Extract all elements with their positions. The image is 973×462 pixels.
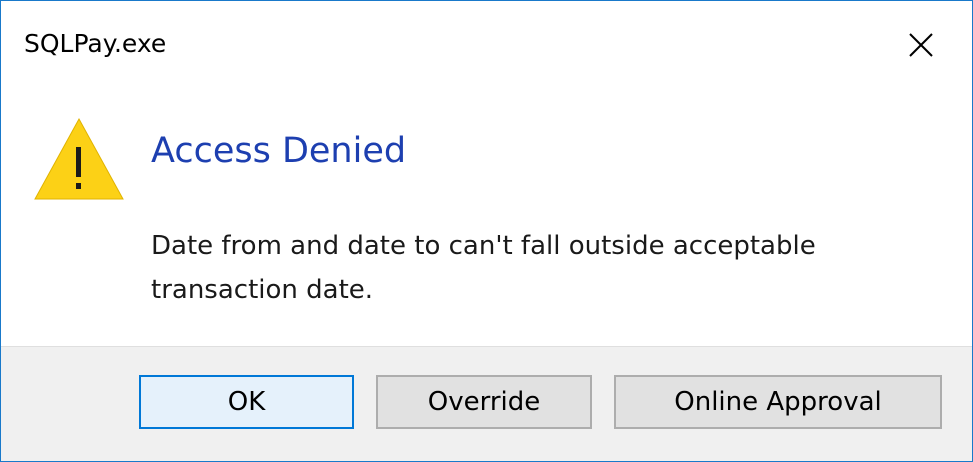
ok-button[interactable]: OK <box>139 375 354 429</box>
close-icon <box>909 33 933 57</box>
online-approval-button-label: Online Approval <box>674 387 882 417</box>
online-approval-button[interactable]: Online Approval <box>614 375 942 429</box>
override-button[interactable]: Override <box>376 375 592 429</box>
button-bar: OK Override Online Approval <box>1 346 972 461</box>
dialog-message: Date from and date to can't fall outside… <box>151 231 816 305</box>
title-bar: SQLPay.exe <box>1 1 972 89</box>
message-dialog: SQLPay.exe Access Denied Date from and d… <box>0 0 973 462</box>
dialog-heading: Access Denied <box>151 131 407 171</box>
ok-button-label: OK <box>227 387 266 417</box>
dialog-content: Access Denied Date from and date to can'… <box>1 89 972 346</box>
override-button-label: Override <box>427 387 541 417</box>
close-button[interactable] <box>881 11 961 79</box>
window-title: SQLPay.exe <box>24 29 167 58</box>
warning-icon <box>34 117 124 200</box>
